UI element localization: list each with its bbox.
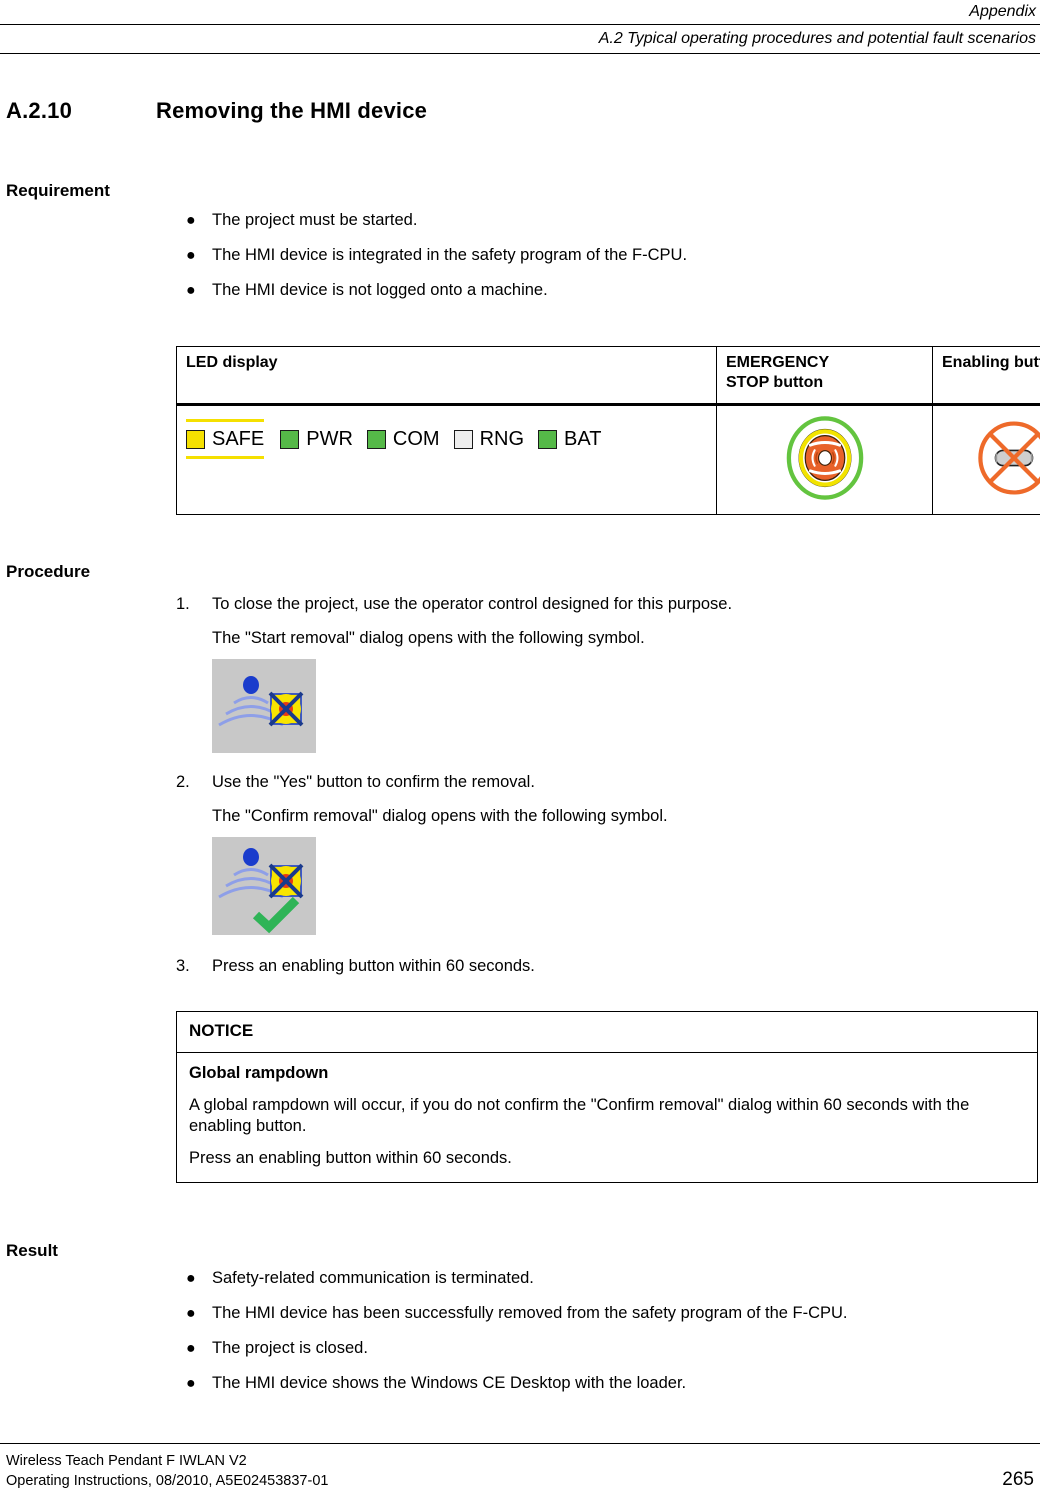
- step-text: To close the project, use the operator c…: [212, 595, 733, 613]
- emergency-stop-released-icon: [786, 416, 864, 500]
- notice-paragraph: A global rampdown will occur, if you do …: [189, 1096, 970, 1135]
- requirement-bullet-list: ● The project must be started. ● The HMI…: [176, 210, 1040, 301]
- wireless-disconnect-confirmed-icon: [212, 837, 316, 935]
- header-section-path: A.2 Typical operating procedures and pot…: [598, 30, 1036, 47]
- list-item: ● The HMI device has been successfully r…: [176, 1303, 1040, 1324]
- bullet-icon: ●: [186, 1305, 196, 1322]
- bullet-icon: ●: [186, 212, 196, 229]
- header-rule-bottom: [0, 53, 1040, 54]
- section-number: A.2.10: [6, 98, 73, 123]
- enabling-button-icon-wrap: [942, 412, 1040, 504]
- bullet-icon: ●: [186, 1340, 196, 1357]
- procedure-step-list: 1. To close the project, use the operato…: [176, 593, 1040, 977]
- procedure-steps-container: 1. To close the project, use the operato…: [176, 593, 1040, 1183]
- step-number: 3.: [176, 957, 190, 975]
- enabling-button-prohibited-icon: [978, 421, 1040, 495]
- list-item: ● The project is closed.: [176, 1338, 1040, 1359]
- wireless-disconnect-icon: [212, 659, 316, 753]
- bullet-icon: ●: [186, 1270, 196, 1287]
- notice-title: Global rampdown: [189, 1064, 329, 1082]
- procedure-step-2: 2. Use the "Yes" button to confirm the r…: [176, 771, 1040, 935]
- led-label-safe: SAFE: [212, 428, 265, 450]
- emergency-stop-icon-wrap: [726, 412, 924, 504]
- bullet-icon: ●: [186, 1375, 196, 1392]
- page-header: Appendix A.2 Typical operating procedure…: [0, 0, 1040, 54]
- step-sub-text: The "Confirm removal" dialog opens with …: [212, 807, 668, 825]
- enabling-button-cell: [932, 404, 1040, 515]
- list-item: ● Safety-related communication is termin…: [176, 1268, 1040, 1289]
- table-head: LED display EMERGENCY STOP button Enabli…: [176, 346, 1040, 406]
- led-label-bat: BAT: [564, 428, 602, 450]
- page-number: 265: [1002, 1469, 1034, 1490]
- led-label-com: COM: [392, 428, 440, 450]
- led-box-com-icon: [366, 429, 386, 449]
- list-item-label: The HMI device has been successfully rem…: [212, 1304, 848, 1322]
- column-header-led-display: LED display: [176, 346, 717, 406]
- step-text: Press an enabling button within 60 secon…: [212, 957, 535, 975]
- list-item: ● The HMI device is not logged onto a ma…: [176, 280, 1040, 301]
- wireless-disconnect-confirmed-glyph-icon: [218, 848, 304, 934]
- list-item: ● The HMI device is integrated in the sa…: [176, 245, 1040, 266]
- notice-box: NOTICE Global rampdown A global rampdown…: [176, 1011, 1038, 1183]
- led-indicator-rng: RNG: [453, 428, 525, 450]
- footer-line-2: Operating Instructions, 08/2010, A5E0245…: [6, 1473, 329, 1489]
- led-indicator-bat: BAT: [538, 428, 601, 450]
- wireless-disconnect-glyph-icon: [218, 676, 304, 727]
- result-list-container: ● Safety-related communication is termin…: [176, 1268, 1040, 1408]
- table-body: SAFE PWR COM RNG BAT: [176, 404, 1040, 515]
- bullet-icon: ●: [186, 282, 196, 299]
- notice-body: Global rampdown A global rampdown will o…: [177, 1053, 1037, 1182]
- procedure-step-3: 3. Press an enabling button within 60 se…: [176, 955, 1040, 977]
- led-status-table-container: LED display EMERGENCY STOP button Enabli…: [176, 346, 1040, 515]
- step-number: 1.: [176, 595, 190, 613]
- led-status-table: LED display EMERGENCY STOP button Enabli…: [176, 346, 1040, 515]
- led-indicator-safe: SAFE: [186, 419, 266, 459]
- procedure-heading: Procedure: [6, 562, 91, 581]
- footer-line-1: Wireless Teach Pendant F IWLAN V2: [6, 1453, 247, 1469]
- page-footer: Wireless Teach Pendant F IWLAN V2 Operat…: [0, 1443, 1040, 1491]
- column-header-enabling-button: Enabling button: [932, 346, 1040, 406]
- table-row: SAFE PWR COM RNG BAT: [176, 404, 1040, 515]
- header-appendix-label: Appendix: [969, 3, 1036, 20]
- requirement-heading: Requirement: [6, 181, 110, 200]
- led-display-cell: SAFE PWR COM RNG BAT: [176, 404, 717, 515]
- procedure-step-1: 1. To close the project, use the operato…: [176, 593, 1040, 753]
- result-bullet-list: ● Safety-related communication is termin…: [176, 1268, 1040, 1394]
- section-title: A.2.10 Removing the HMI device: [6, 98, 1026, 124]
- list-item: ● The HMI device shows the Windows CE De…: [176, 1373, 1040, 1394]
- footer-document-info: Wireless Teach Pendant F IWLAN V2 Operat…: [6, 1451, 328, 1491]
- emergency-stop-cell: [716, 404, 933, 515]
- list-item-label: The HMI device is not logged onto a mach…: [212, 281, 548, 299]
- led-label-pwr: PWR: [306, 428, 353, 450]
- section-title-text: Removing the HMI device: [156, 98, 428, 123]
- requirement-list-container: ● The project must be started. ● The HMI…: [176, 210, 1040, 315]
- column-header-emergency-stop-line1: EMERGENCY: [726, 354, 830, 371]
- footer-rule: [0, 1443, 1040, 1444]
- notice-paragraph: Press an enabling button within 60 secon…: [189, 1149, 512, 1167]
- led-label-rng: RNG: [479, 428, 525, 450]
- list-item: ● The project must be started.: [176, 210, 1040, 231]
- led-box-rng-icon: [453, 429, 473, 449]
- led-box-safe-icon: [186, 429, 205, 449]
- step-sub-text: The "Start removal" dialog opens with th…: [212, 629, 645, 647]
- list-item-label: The HMI device is integrated in the safe…: [212, 246, 688, 264]
- led-box-bat-icon: [538, 429, 558, 449]
- led-indicator-row: SAFE PWR COM RNG BAT: [186, 419, 708, 459]
- list-item-label: The project must be started.: [212, 211, 418, 229]
- list-item-label: The HMI device shows the Windows CE Desk…: [212, 1374, 687, 1392]
- step-number: 2.: [176, 773, 190, 791]
- column-header-emergency-stop-line2: STOP button: [726, 374, 824, 391]
- footer-inner: Wireless Teach Pendant F IWLAN V2 Operat…: [0, 1451, 1040, 1491]
- table-header-row: LED display EMERGENCY STOP button Enabli…: [176, 346, 1040, 406]
- led-box-pwr-icon: [280, 429, 300, 449]
- result-heading: Result: [6, 1241, 58, 1260]
- step-text: Use the "Yes" button to confirm the remo…: [212, 773, 535, 791]
- led-indicator-pwr: PWR: [280, 428, 353, 450]
- list-item-label: The project is closed.: [212, 1339, 368, 1357]
- column-header-emergency-stop: EMERGENCY STOP button: [716, 346, 933, 406]
- notice-label: NOTICE: [177, 1012, 1037, 1053]
- led-indicator-com: COM: [366, 428, 440, 450]
- bullet-icon: ●: [186, 247, 196, 264]
- list-item-label: Safety-related communication is terminat…: [212, 1269, 534, 1287]
